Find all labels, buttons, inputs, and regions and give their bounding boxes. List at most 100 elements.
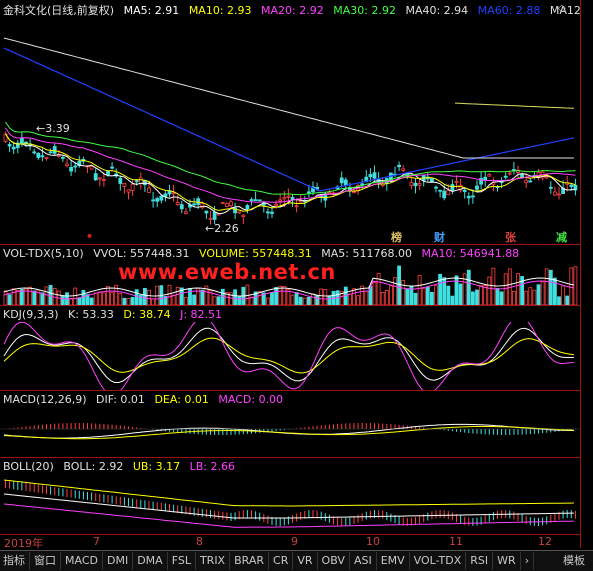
volume-bar: [479, 285, 484, 305]
kdj-chart[interactable]: [0, 322, 580, 390]
candle-body: [265, 211, 270, 214]
event-marker-bang[interactable]: 榜: [391, 229, 402, 245]
tab-fsl[interactable]: FSL: [168, 552, 196, 570]
event-marker-1[interactable]: •: [86, 230, 93, 243]
candle-body: [548, 186, 553, 189]
volume-bar: [216, 296, 221, 305]
volume-bar: [200, 289, 205, 305]
volume-bar: [466, 269, 471, 305]
candle-body: [249, 199, 254, 201]
volume-bar: [7, 294, 12, 305]
candlestick-chart[interactable]: [0, 18, 580, 244]
tab-indicator[interactable]: 指标: [0, 552, 30, 570]
volume-bar: [142, 287, 147, 305]
tab-brar[interactable]: BRAR: [230, 552, 270, 570]
kdj-d-line: [3, 337, 574, 374]
x-axis-label-9: 9: [291, 535, 298, 548]
tab-wr[interactable]: WR: [493, 552, 521, 570]
candle-body: [466, 195, 471, 199]
boll-mid-value: BOLL: 2.92: [63, 460, 124, 473]
tab-emv[interactable]: EMV: [377, 552, 410, 570]
volume-bar: [134, 289, 139, 305]
diamond-icon[interactable]: ◇: [558, 3, 566, 14]
high-price-value: 3.39: [45, 122, 70, 135]
boll-chart[interactable]: [0, 474, 580, 534]
volume-bar: [458, 283, 463, 305]
candle-body: [196, 198, 201, 205]
candle-body: [553, 191, 557, 196]
macd-header: MACD(12,26,9) DIF: 0.01 DEA: 0.01 MACD: …: [3, 393, 289, 406]
volume-bar: [11, 288, 16, 305]
boll-title: BOLL(20): [3, 460, 54, 473]
ma10-line: [5, 133, 576, 212]
candle-body: [7, 144, 12, 147]
candle-body: [306, 191, 311, 194]
tab-template[interactable]: 模板: [559, 552, 589, 570]
ma40-value: MA40: 2.94: [405, 4, 469, 17]
candle-body: [93, 173, 98, 181]
tab-window[interactable]: 窗口: [30, 552, 61, 570]
candle-body: [524, 179, 529, 184]
boll-lb-value: LB: 2.66: [189, 460, 235, 473]
candle-body: [171, 192, 176, 195]
volume-bar: [536, 284, 541, 305]
kdj-header: KDJ(9,3,3) K: 53.33 D: 38.74 J: 82.51: [3, 308, 228, 321]
candle-body: [183, 211, 188, 214]
candle-body: [528, 180, 533, 183]
ma60-line: [3, 47, 575, 192]
tab-trix[interactable]: TRIX: [196, 552, 231, 570]
volume-bar: [44, 286, 49, 305]
tab-obv[interactable]: OBV: [318, 552, 350, 570]
volume-bar: [167, 284, 172, 305]
tab-asi[interactable]: ASI: [350, 552, 377, 570]
event-marker-cai[interactable]: 财: [434, 229, 445, 245]
volume-bar: [557, 296, 561, 305]
macd-dea-value: DEA: 0.01: [154, 393, 209, 406]
volume-bar: [470, 291, 475, 305]
candle-body: [507, 172, 512, 175]
volume-bar: [397, 265, 402, 305]
tab-vol-tdx[interactable]: VOL-TDX: [410, 552, 467, 570]
volume-bar: [483, 285, 488, 305]
volume-header: VOL-TDX(5,10) VVOL: 557448.31 VOLUME: 55…: [3, 247, 525, 260]
tab-vr[interactable]: VR: [293, 552, 318, 570]
candle-body: [175, 202, 180, 205]
x-axis-label-10: 10: [366, 535, 380, 548]
candle-body: [204, 210, 209, 214]
volume-bar: [151, 298, 156, 305]
candle-body: [417, 183, 422, 186]
volume-bar: [429, 291, 434, 305]
x-axis-label-2019: 2019年: [4, 537, 43, 550]
event-marker-jian[interactable]: 减: [556, 229, 567, 245]
event-marker-zhang[interactable]: 张: [505, 229, 516, 245]
candle-body: [32, 151, 37, 154]
volume-bar: [446, 285, 451, 305]
watermark: www.eweb.net.cn: [118, 260, 336, 284]
volume-bar: [233, 289, 238, 305]
candle-body: [434, 186, 438, 189]
candle-body: [450, 184, 455, 192]
candle-body: [11, 146, 16, 150]
volume-bar: [323, 289, 328, 305]
tab-dma[interactable]: DMA: [133, 552, 168, 570]
volume-bar: [421, 288, 426, 305]
volume-bar: [290, 294, 295, 305]
candle-body: [298, 200, 303, 203]
volume-bar: [274, 286, 279, 305]
candle-body: [442, 190, 447, 199]
volume-bar: [425, 286, 430, 305]
volume-bar: [192, 294, 197, 305]
ma5-line: [5, 133, 576, 215]
kdj-j-value: J: 82.51: [180, 308, 223, 321]
volume-bar: [3, 290, 8, 305]
macd-dif-value: DIF: 0.01: [96, 393, 145, 406]
tab-macd[interactable]: MACD: [61, 552, 103, 570]
separator-vol-kdj: [0, 305, 580, 306]
tab-rsi[interactable]: RSI: [466, 552, 494, 570]
macd-chart[interactable]: [0, 407, 580, 457]
tab-cr[interactable]: CR: [269, 552, 294, 570]
volume-bar: [450, 295, 455, 305]
low-price-label: ←2.26: [205, 222, 239, 235]
tab-more-arrow[interactable]: ›: [521, 552, 535, 570]
tab-dmi[interactable]: DMI: [103, 552, 134, 570]
